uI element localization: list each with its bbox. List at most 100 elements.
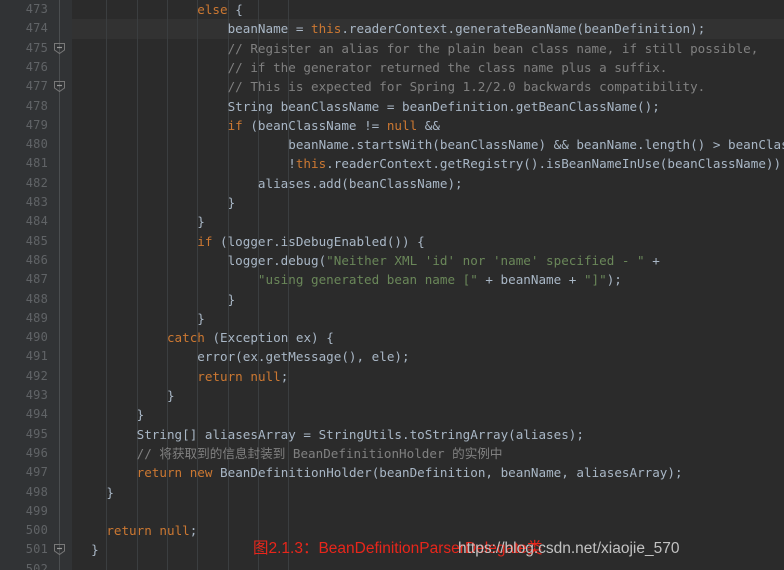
code-line[interactable]: }	[72, 309, 784, 328]
code-token-txt: !	[288, 156, 296, 172]
code-token-txt: ;	[280, 368, 289, 384]
fold-collapse-icon[interactable]	[54, 42, 65, 54]
line-number: 474	[25, 21, 48, 36]
code-token-kw: return	[136, 465, 183, 481]
code-token-txt: }	[197, 310, 205, 326]
code-token-txt: String beanClassName = beanDefinition.ge…	[227, 98, 660, 114]
code-line[interactable]: return null;	[72, 367, 784, 386]
code-line[interactable]: "using generated bean name [" + beanName…	[72, 270, 784, 289]
code-token-kw: catch	[166, 330, 205, 346]
line-number: 497	[25, 465, 48, 480]
code-token-txt: }	[197, 214, 205, 230]
line-number: 488	[25, 291, 48, 306]
line-number: 475	[25, 40, 48, 55]
code-line[interactable]	[72, 560, 784, 570]
fold-collapse-icon[interactable]	[54, 81, 65, 93]
code-token-txt: }	[136, 407, 145, 423]
code-token-kw: new	[189, 465, 213, 481]
code-token-kw: this	[295, 156, 327, 172]
code-token-txt: +	[644, 252, 660, 268]
code-token-txt: beanName.startsWith(beanClassName) && be…	[288, 137, 784, 153]
code-token-txt: logger.debug(	[227, 252, 327, 268]
code-line[interactable]: logger.debug("Neither XML 'id' nor 'name…	[72, 251, 784, 270]
code-line[interactable]: }	[72, 386, 784, 405]
line-number: 502	[25, 561, 48, 570]
code-token-str: "using generated bean name ["	[257, 272, 478, 288]
line-number: 493	[25, 388, 48, 402]
code-token-cm: // Register an alias for the plain bean …	[227, 40, 759, 56]
code-line[interactable]: String[] aliasesArray = StringUtils.toSt…	[72, 425, 784, 444]
code-token-kw: return	[197, 368, 243, 384]
line-number: 481	[25, 156, 48, 171]
line-number: 477	[25, 79, 48, 94]
code-line[interactable]: // 将获取到的信息封装到 BeanDefinitionHolder 的实例中	[72, 444, 784, 463]
code-line[interactable]: }	[72, 193, 784, 212]
line-number: 500	[25, 523, 48, 538]
fold-collapse-icon[interactable]	[54, 544, 65, 556]
editor-gutter[interactable]: 473 474 475 476 477 478 479 480 481 482 483 484 485 4…	[0, 0, 72, 570]
line-number: 499	[25, 503, 48, 518]
code-line[interactable]: beanName.startsWith(beanClassName) && be…	[72, 135, 784, 154]
code-token-kw: this	[311, 21, 342, 37]
code-line[interactable]: else {	[72, 0, 784, 19]
code-token-txt: BeanDefinitionHolder(beanDefinition, bea…	[212, 465, 683, 481]
code-token-txt: }	[227, 195, 236, 210]
line-number: 490	[25, 330, 48, 345]
line-number: 498	[25, 484, 48, 499]
line-number: 476	[25, 59, 48, 74]
code-line[interactable]: !this.readerContext.getRegistry().isBean…	[72, 154, 784, 173]
line-number: 486	[25, 252, 48, 267]
code-token-cm: // if the generator returned the class n…	[227, 59, 668, 75]
watermark-url: https://blog.csdn.net/xiaojie_570	[458, 540, 680, 557]
code-line[interactable]: String beanClassName = beanDefinition.ge…	[72, 97, 784, 116]
line-number: 479	[25, 117, 48, 132]
code-line[interactable]: error(ex.getMessage(), ele);	[72, 347, 784, 366]
code-token-str: "Neither XML 'id' nor 'name' specified -…	[326, 252, 645, 268]
code-token-kw: else	[197, 2, 228, 17]
line-number: 484	[25, 214, 48, 229]
code-token-txt: aliases.add(beanClassName);	[257, 175, 463, 191]
line-number: 485	[25, 233, 48, 248]
code-token-txt: }	[91, 542, 99, 558]
code-token-txt: .readerContext.getRegistry().isBeanNameI…	[326, 156, 784, 172]
line-number: 492	[25, 368, 48, 383]
code-token-cm: // 将获取到的信息封装到 BeanDefinitionHolder 的实例中	[136, 445, 503, 461]
code-token-txt: error(ex.getMessage(), ele);	[197, 349, 410, 365]
line-number: 473	[25, 2, 48, 16]
code-token-txt: beanName =	[227, 21, 311, 37]
code-token-kw: if	[227, 117, 243, 133]
code-line[interactable]: }	[72, 290, 784, 309]
code-token-txt: .readerContext.generateBeanName(beanDefi…	[341, 21, 706, 37]
code-line[interactable]: aliases.add(beanClassName);	[72, 174, 784, 193]
line-number: 501	[25, 542, 48, 557]
code-content[interactable]: else {beanName = this.readerContext.gene…	[72, 0, 784, 570]
code-token-kw: if	[197, 233, 213, 249]
code-line[interactable]: // This is expected for Spring 1.2/2.0 b…	[72, 77, 784, 96]
code-token-txt: }	[227, 291, 236, 307]
code-line[interactable]: // if the generator returned the class n…	[72, 58, 784, 77]
code-editor[interactable]: 473 474 475 476 477 478 479 480 481 482 483 484 485 4…	[0, 0, 784, 570]
code-token-txt: }	[166, 388, 175, 403]
code-token-txt: (Exception ex) {	[204, 330, 334, 346]
line-number: 489	[25, 310, 48, 325]
code-token-txt: ;	[189, 523, 198, 539]
code-line[interactable]: return new BeanDefinitionHolder(beanDefi…	[72, 463, 784, 482]
code-line[interactable]: if (beanClassName != null &&	[72, 116, 784, 135]
code-token-kw: return	[106, 523, 152, 539]
code-line[interactable]: catch (Exception ex) {	[72, 328, 784, 347]
code-token-kw: null	[386, 117, 418, 133]
code-line[interactable]: beanName = this.readerContext.generateBe…	[72, 19, 784, 38]
code-token-txt: + beanName +	[477, 272, 584, 288]
code-line[interactable]: }	[72, 483, 784, 502]
code-line[interactable]: }	[72, 212, 784, 231]
code-line[interactable]: if (logger.isDebugEnabled()) {	[72, 232, 784, 251]
code-line[interactable]: return null;	[72, 521, 784, 540]
code-token-kw: null	[159, 523, 190, 539]
code-line[interactable]: // Register an alias for the plain bean …	[72, 39, 784, 58]
line-number: 478	[25, 98, 48, 113]
code-token-txt: String[] aliasesArray = StringUtils.toSt…	[136, 426, 584, 442]
code-token-str: "]"	[583, 272, 607, 288]
code-line[interactable]: }	[72, 405, 784, 424]
code-line[interactable]	[72, 502, 784, 521]
